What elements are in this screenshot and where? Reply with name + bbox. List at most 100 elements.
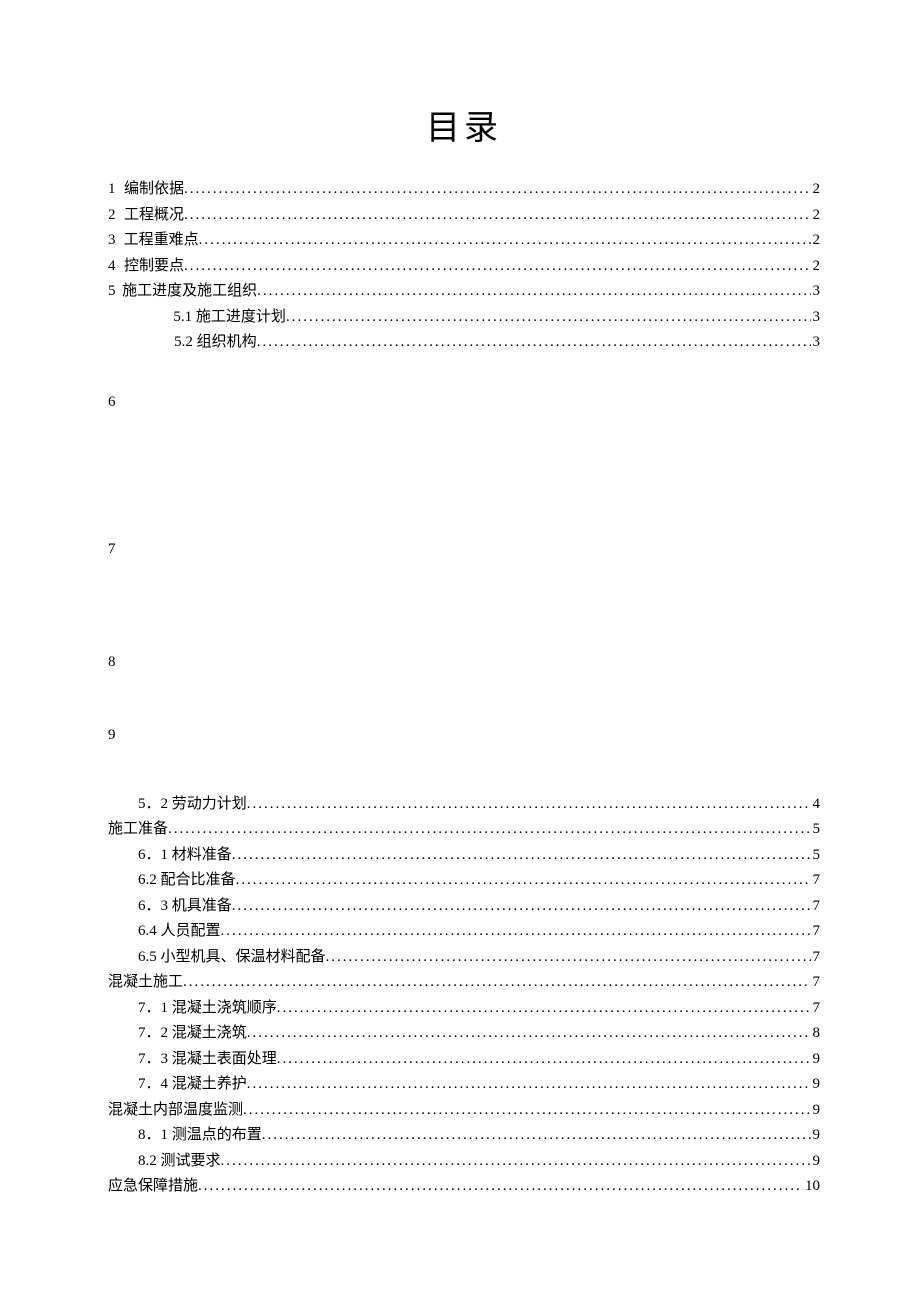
toc-leader-dots — [232, 843, 811, 869]
toc-entry: 7．4 混凝土养护9 — [108, 1072, 820, 1098]
toc-entry-page: 4 — [811, 792, 821, 818]
toc-leader-dots — [326, 945, 811, 971]
toc-leader-dots — [221, 1149, 811, 1175]
toc-leader-dots — [232, 894, 811, 920]
toc-leader-dots — [247, 792, 811, 818]
toc-entry-text: 控制要点 — [124, 254, 184, 280]
toc-entry-text: 6.4 人员配置 — [138, 919, 221, 945]
toc-entry: 7．2 混凝土浇筑 8 — [108, 1021, 820, 1047]
toc-entry-number: 4 — [108, 254, 124, 280]
toc-entry-page: 3 — [811, 279, 821, 305]
toc-entry-page: 5 — [811, 843, 821, 869]
toc-entry-page: 2 — [811, 254, 821, 280]
toc-block-1: 1编制依据22工程概况23工程重难点24控制要点25施工进度及施工组织35.1 … — [108, 177, 820, 356]
toc-leader-dots — [243, 1098, 810, 1124]
toc-entry-text: 7．3 混凝土表面处理 — [138, 1047, 277, 1073]
toc-entry: 混凝土施工 7 — [108, 970, 820, 996]
toc-entry-page: 3 — [811, 330, 821, 356]
toc-entry: 混凝土内部温度监测 9 — [108, 1098, 820, 1124]
toc-entry: 5.2 组织机构 3 — [108, 330, 820, 356]
toc-entry: 5.1 施工进度计划 3 — [108, 305, 820, 331]
toc-entry-text: 5.2 组织机构 — [174, 330, 257, 356]
toc-entry-text: 5.1 施工进度计划 — [173, 305, 286, 331]
toc-entry: 6．3 机具准备 7 — [108, 894, 820, 920]
toc-entry-number: 3 — [108, 228, 124, 254]
toc-leader-dots — [286, 305, 811, 331]
toc-entry-page: 7 — [811, 996, 821, 1022]
toc-leader-dots — [184, 177, 810, 203]
toc-entry-text: 7．2 混凝土浇筑 — [138, 1021, 247, 1047]
toc-entry: 5．2 劳动力计划 4 — [108, 792, 820, 818]
toc-entry: 2工程概况2 — [108, 203, 820, 229]
toc-leader-dots — [221, 919, 811, 945]
toc-entry-text: 5．2 劳动力计划 — [138, 792, 247, 818]
toc-leader-dots — [184, 254, 810, 280]
toc-entry-page: 10 — [803, 1174, 820, 1200]
standalone-number: 8 — [108, 654, 820, 671]
toc-entry-page: 7 — [811, 919, 821, 945]
toc-block-2: 5．2 劳动力计划4施工准备56．1 材料准备56.2 配合比准备76．3 机具… — [108, 792, 820, 1200]
toc-entry-page: 9 — [811, 1149, 821, 1175]
toc-entry-page: 7 — [811, 970, 821, 996]
toc-entry-text: 编制依据 — [124, 177, 184, 203]
toc-leader-dots — [236, 868, 811, 894]
toc-entry-number: 1 — [108, 177, 124, 203]
toc-entry-page: 9 — [811, 1123, 821, 1149]
toc-entry: 6.4 人员配置 7 — [108, 919, 820, 945]
toc-entry-text: 6．1 材料准备 — [138, 843, 232, 869]
document-page: 目录 1编制依据22工程概况23工程重难点24控制要点25施工进度及施工组织35… — [0, 0, 920, 1260]
toc-entry-page: 2 — [811, 228, 821, 254]
toc-entry: 3工程重难点 2 — [108, 228, 820, 254]
toc-entry-page: 7 — [811, 945, 821, 971]
toc-entry-text: 混凝土施工 — [108, 970, 183, 996]
toc-entry: 6．1 材料准备 5 — [108, 843, 820, 869]
toc-entry-number: 2 — [108, 203, 124, 229]
toc-entry-page: 3 — [811, 305, 821, 331]
toc-entry-page: 8 — [811, 1021, 821, 1047]
toc-leader-dots — [247, 1021, 811, 1047]
toc-leader-dots — [257, 279, 810, 305]
toc-entry-text: 6.2 配合比准备 — [138, 868, 236, 894]
toc-entry: 施工准备 5 — [108, 817, 820, 843]
toc-entry: 1编制依据 2 — [108, 177, 820, 203]
toc-entry-page: 7 — [811, 868, 821, 894]
toc-leader-dots — [183, 970, 810, 996]
toc-entry-text: 6.5 小型机具、保温材料配备 — [138, 945, 326, 971]
toc-entry-text: 工程重难点 — [124, 228, 199, 254]
toc-entry-page: 9 — [811, 1047, 821, 1073]
toc-entry: 8．1 测温点的布置 9 — [108, 1123, 820, 1149]
toc-entry: 7．1 混凝土浇筑顺序 7 — [108, 996, 820, 1022]
page-title: 目录 — [108, 100, 820, 149]
toc-entry-page: 2 — [811, 177, 821, 203]
toc-entry: 应急保障措施 10 — [108, 1174, 820, 1200]
toc-leader-dots — [198, 1174, 803, 1200]
toc-leader-dots — [168, 817, 810, 843]
toc-entry-text: 应急保障措施 — [108, 1174, 198, 1200]
toc-entry-text: 7．1 混凝土浇筑顺序 — [138, 996, 277, 1022]
toc-entry-text: 施工进度及施工组织 — [122, 279, 257, 305]
toc-entry-text: 7．4 混凝土养护 — [138, 1072, 247, 1098]
toc-leader-dots — [199, 228, 811, 254]
toc-entry: 7．3 混凝土表面处理 9 — [108, 1047, 820, 1073]
toc-entry-text: 施工准备 — [108, 817, 168, 843]
toc-leader-dots — [257, 330, 811, 356]
toc-entry-number: 5 — [108, 279, 122, 305]
toc-entry: 8.2 测试要求 9 — [108, 1149, 820, 1175]
toc-entry-text: 8．1 测温点的布置 — [138, 1123, 262, 1149]
toc-entry: 6.5 小型机具、保温材料配备 7 — [108, 945, 820, 971]
toc-entry-page: 9 — [811, 1098, 821, 1124]
toc-entry-page: 2 — [811, 203, 821, 229]
standalone-number: 6 — [108, 394, 820, 411]
standalone-number: 7 — [108, 541, 820, 558]
toc-entry-page: 7 — [811, 894, 821, 920]
toc-entry-page: 5 — [811, 817, 821, 843]
toc-entry-text: 混凝土内部温度监测 — [108, 1098, 243, 1124]
toc-entry: 4控制要点 2 — [108, 254, 820, 280]
toc-leader-dots — [184, 203, 810, 229]
toc-leader-dots — [277, 1047, 811, 1073]
toc-leader-dots — [262, 1123, 811, 1149]
standalone-number: 9 — [108, 727, 820, 744]
toc-entry-text: 工程概况 — [124, 203, 184, 229]
toc-entry-text: 6．3 机具准备 — [138, 894, 232, 920]
toc-entry-text: 8.2 测试要求 — [138, 1149, 221, 1175]
